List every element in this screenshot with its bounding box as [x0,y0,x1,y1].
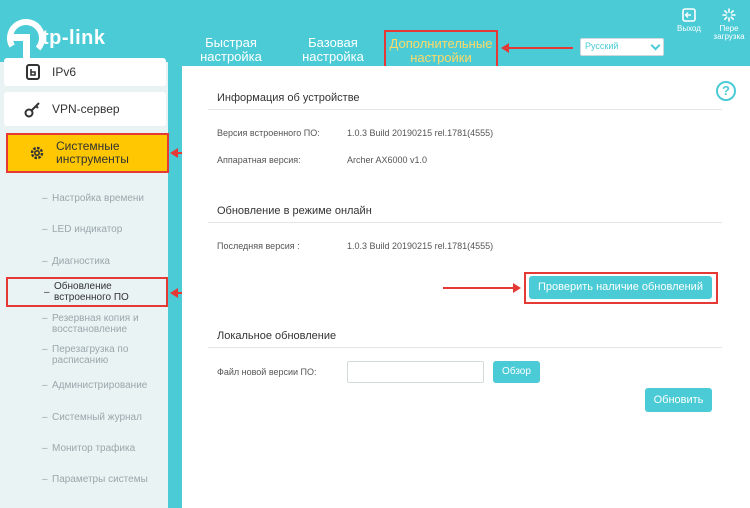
vpn-key-icon [24,102,40,118]
tab-quick-setup[interactable]: Быстрая настройка [198,36,264,64]
sidebar-subitem-led[interactable]: – LED индикатор [42,224,166,235]
sidebar-subitem-traffic-monitor[interactable]: – Монитор трафика [42,443,166,454]
subitem-label: Настройка времени [52,193,144,204]
reboot-button[interactable]: Пере загрузка [712,8,746,41]
chevron-down-icon [650,40,661,51]
sidebar-subitem-system-log[interactable]: – Системный журнал [42,412,166,423]
sidebar-item-vpn[interactable]: VPN-сервер [4,92,166,126]
latest-version-value: 1.0.3 Build 20190215 rel.1781(4555) [347,241,494,251]
brand-name: tp-link [42,27,106,49]
tab-basic[interactable]: Базовая настройка [300,36,366,64]
sidebar-subitem-admin[interactable]: – Администрирование [42,380,166,391]
dash-glyph: – [42,193,48,204]
local-update-title: Локальное обновление [217,330,337,342]
firmware-version-label: Версия встроенного ПО: [217,128,320,138]
subitem-label: LED индикатор [52,224,123,235]
dash-glyph: – [42,313,48,324]
device-info-title: Информация об устройстве [217,92,360,104]
sidebar-item-system-tools[interactable]: Системные инструменты [6,133,169,173]
help-icon[interactable]: ? [716,81,736,101]
online-update-title: Обновление в режиме онлайн [217,205,372,217]
gear-icon [30,146,44,160]
section-divider [208,347,722,348]
update-button[interactable]: Обновить [645,388,712,412]
annotation-arrow [501,43,573,53]
firmware-file-input[interactable] [347,361,484,383]
dash-glyph: – [42,256,48,267]
language-select[interactable]: Русский [580,38,664,56]
subitem-label: Обновление встроенного ПО [54,281,129,303]
dash-glyph: – [42,380,48,391]
subitem-label: Администрирование [52,380,148,391]
sidebar-subitem-system-params[interactable]: – Параметры системы [42,474,166,485]
subitem-label: Диагностика [52,256,110,267]
logout-label: Выход [677,24,701,33]
subitem-label: Резервная копия и восстановление [52,313,139,335]
hardware-version-label: Аппаратная версия: [217,155,301,165]
top-header: tp-link Быстрая настройка Базовая настро… [0,0,750,70]
check-updates-button[interactable]: Проверить наличие обновлений [529,276,712,299]
sidebar-subitem-diagnostics[interactable]: – Диагностика [42,256,166,267]
sidebar-item-label: VPN-сервер [52,102,120,116]
subitem-label: Параметры системы [52,474,148,485]
dash-glyph: – [42,412,48,423]
sidebar-subitem-scheduled-reboot[interactable]: – Перезагрузка по расписанию [42,344,166,366]
sidebar-subitem-backup[interactable]: – Резервная копия и восстановление [42,313,166,335]
language-value: Русский [585,41,619,51]
dash-glyph: – [42,474,48,485]
dash-glyph: – [44,286,50,298]
section-divider [208,109,722,110]
firmware-file-label: Файл новой версии ПО: [217,367,317,377]
sidebar-item-label: Системные инструменты [56,139,129,166]
logout-icon [682,8,696,22]
ipv6-icon [26,64,40,80]
subitem-label: Перезагрузка по расписанию [52,344,129,366]
section-divider [208,222,722,223]
hardware-version-value: Archer AX6000 v1.0 [347,155,428,165]
sidebar-subitem-time[interactable]: – Настройка времени [42,193,166,204]
dash-glyph: – [42,443,48,454]
sidebar-subitem-firmware-update[interactable]: – Обновление встроенного ПО [6,277,168,307]
reboot-label: Пере загрузка [713,24,745,41]
browse-button[interactable]: Обзор [493,361,540,383]
dash-glyph: – [42,344,48,355]
subitem-label: Системный журнал [52,412,142,423]
annotation-arrow [443,287,519,289]
dash-glyph: – [42,224,48,235]
logout-button[interactable]: Выход [672,8,706,33]
latest-version-label: Последняя версия : [217,241,300,251]
sidebar-item-ipv6[interactable]: IPv6 [4,58,166,86]
tab-advanced[interactable]: Дополнительные настройки [384,30,498,70]
firmware-version-value: 1.0.3 Build 20190215 rel.1781(4555) [347,128,494,138]
subitem-label: Монитор трафика [52,443,136,454]
reboot-icon [722,8,736,22]
sidebar-item-label: IPv6 [52,65,77,79]
